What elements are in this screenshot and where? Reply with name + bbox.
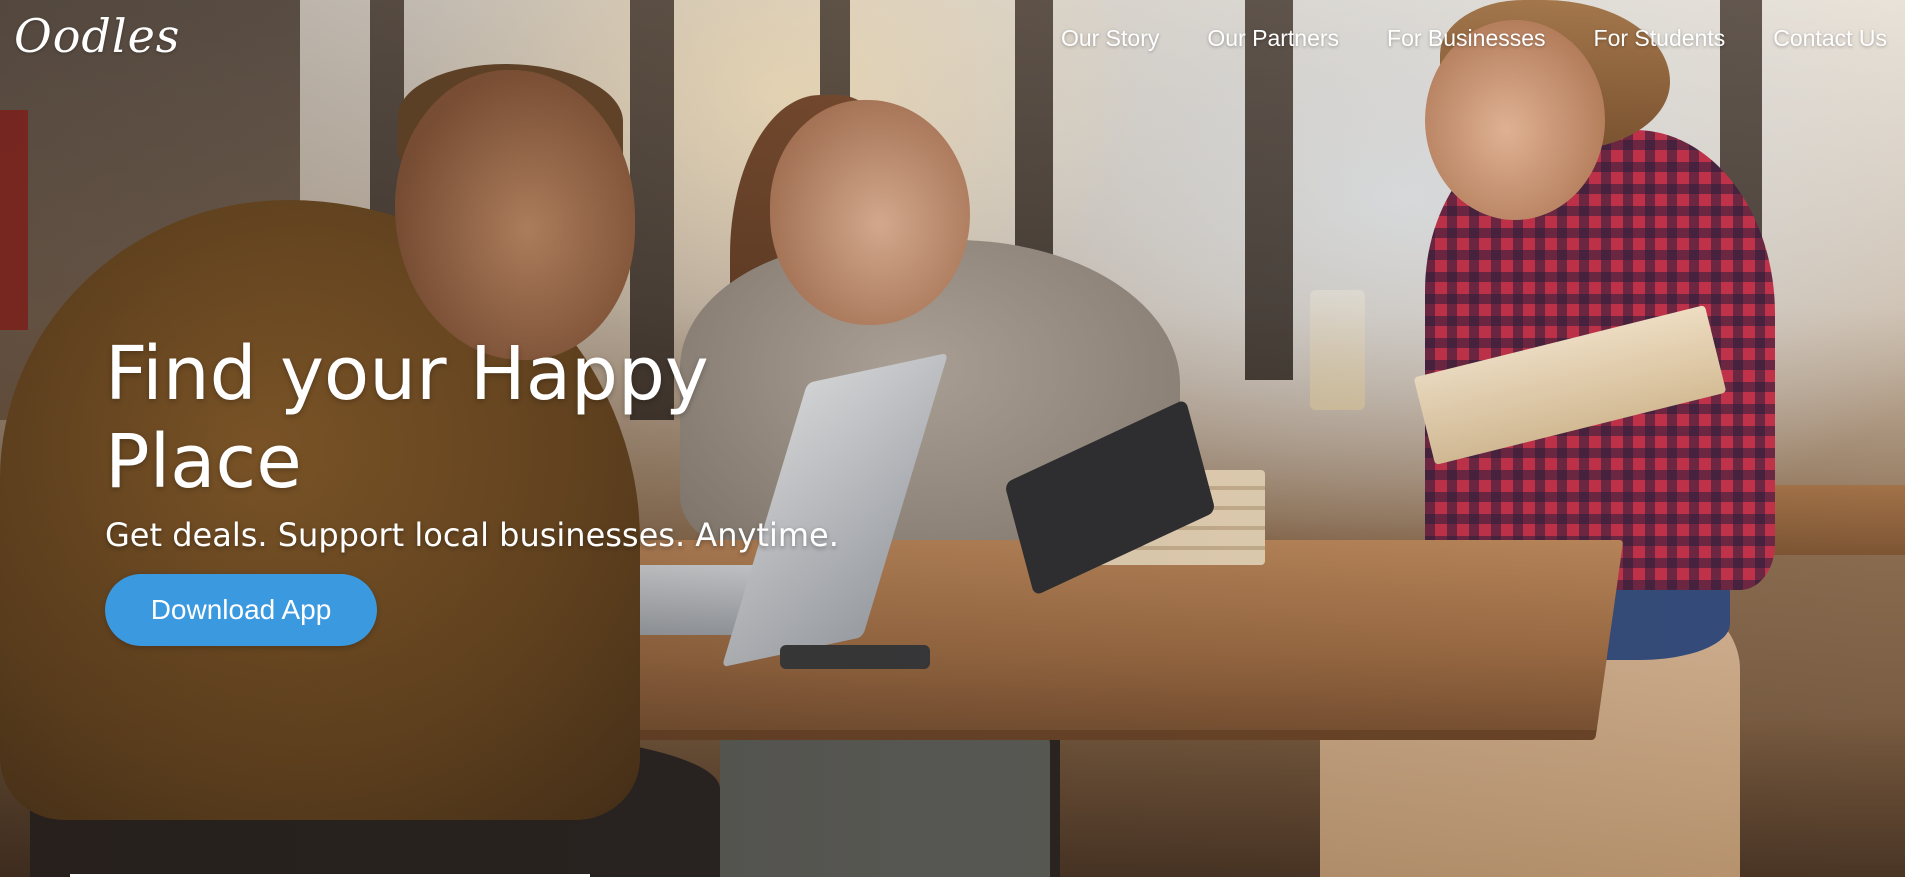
hero-headline: Find your Happy Place [105, 331, 709, 505]
hero-content: Find your Happy Place Get deals. Support… [105, 330, 925, 646]
nav-link-our-story[interactable]: Our Story [1061, 25, 1159, 52]
brand-logo[interactable]: Oodles [14, 9, 180, 63]
hero-subtitle: Get deals. Support local businesses. Any… [105, 516, 839, 554]
nav-link-our-partners[interactable]: Our Partners [1207, 25, 1339, 52]
top-navigation: Oodles Our Story Our Partners For Busine… [0, 0, 1905, 80]
nav-link-for-students[interactable]: For Students [1594, 25, 1726, 52]
nav-link-for-businesses[interactable]: For Businesses [1387, 25, 1546, 52]
hero-section: Oodles Our Story Our Partners For Busine… [0, 0, 1905, 877]
download-app-button[interactable]: Download App [105, 574, 377, 646]
nav-menu: Our Story Our Partners For Businesses Fo… [1061, 25, 1887, 52]
nav-link-contact-us[interactable]: Contact Us [1773, 25, 1887, 52]
